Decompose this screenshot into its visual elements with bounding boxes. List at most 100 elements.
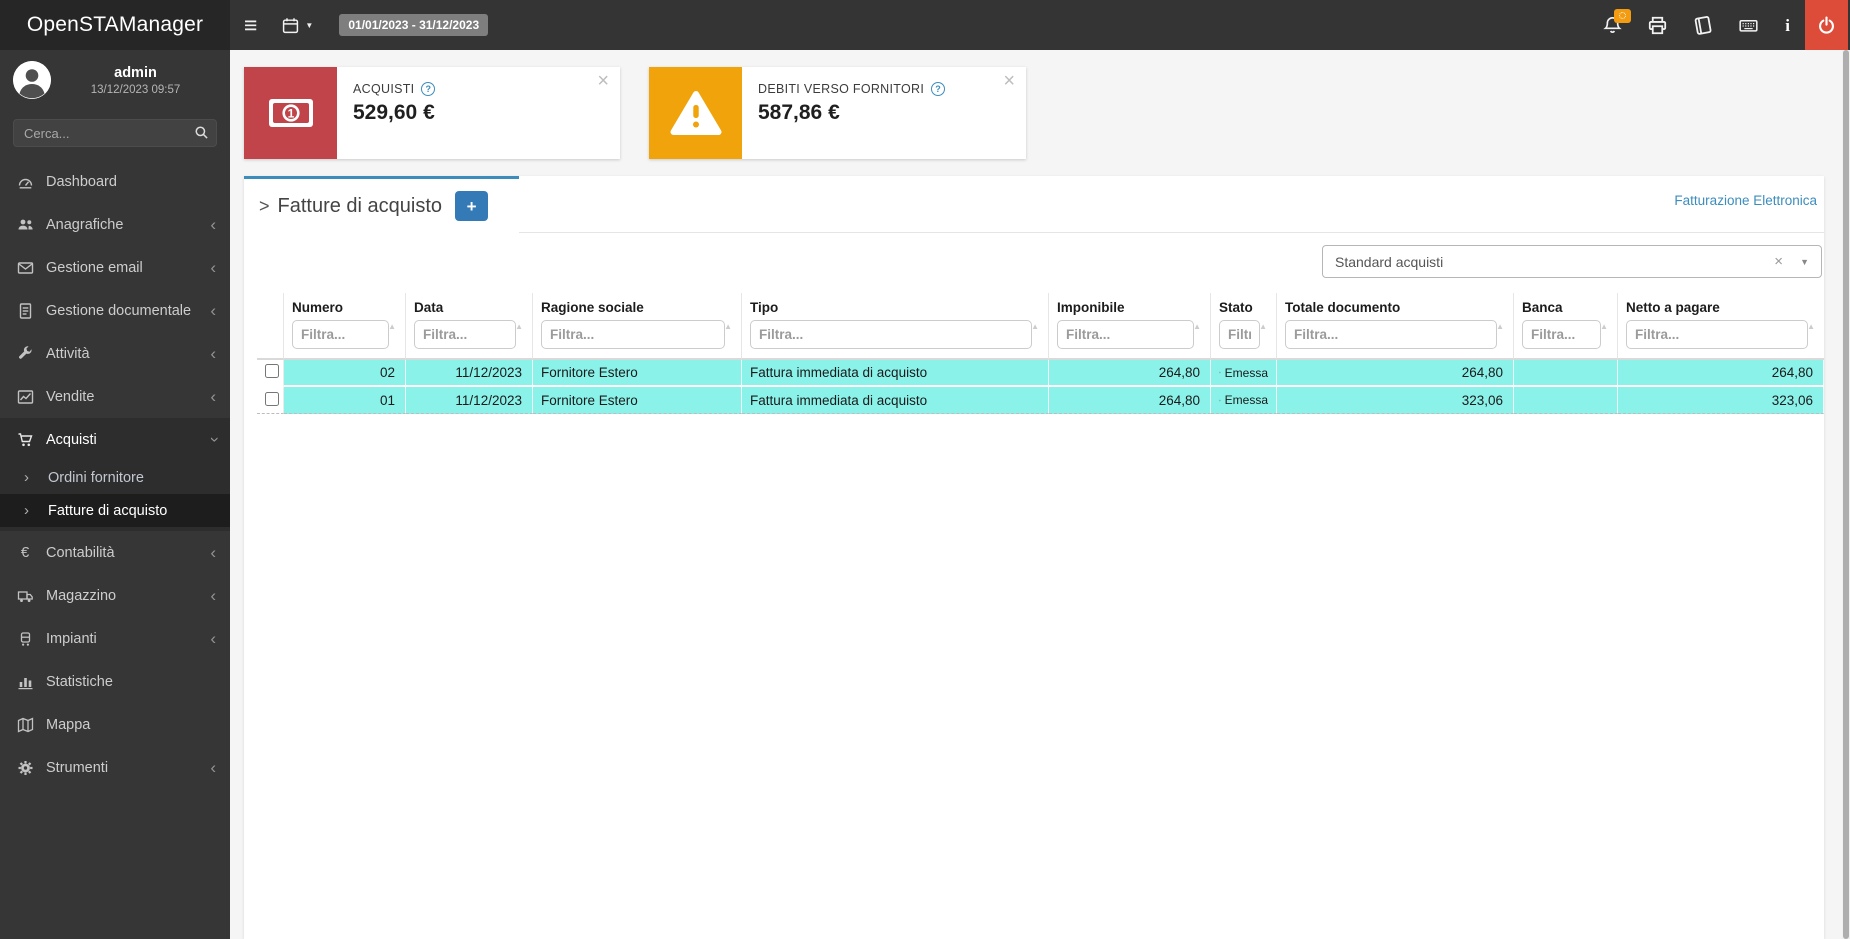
question-circle-icon[interactable]: ? bbox=[421, 82, 436, 96]
table-row[interactable]: 02 11/12/2023 Fornitore Estero Fattura i… bbox=[257, 360, 1824, 387]
sort-icon[interactable]: ▲ bbox=[1193, 322, 1201, 331]
chevron-left-icon: ‹ bbox=[210, 586, 216, 605]
filter-input-numero[interactable] bbox=[292, 320, 389, 349]
filter-input-tipo[interactable] bbox=[750, 320, 1032, 349]
tabs-row: > Fatture di acquisto + Fatturazione Ele… bbox=[244, 176, 1824, 233]
cell-stato: Emessa bbox=[1211, 360, 1277, 387]
column-header-data: Data ▲ bbox=[406, 293, 533, 360]
add-invoice-button[interactable]: + bbox=[455, 191, 489, 221]
sidebar-item-ordini-fornitore[interactable]: › Ordini fornitore bbox=[0, 461, 230, 494]
chevron-right-icon: > bbox=[259, 195, 270, 216]
sidebar-item-gestione-email[interactable]: Gestione email ‹ bbox=[0, 246, 230, 289]
sidebar-item-magazzino[interactable]: Magazzino ‹ bbox=[0, 574, 230, 617]
card-value: 529,60 € bbox=[353, 101, 435, 124]
print-button[interactable] bbox=[1648, 16, 1667, 35]
filter-input-netto-a-pagare[interactable] bbox=[1626, 320, 1808, 349]
close-icon[interactable]: × bbox=[1003, 71, 1015, 91]
cell-stato: Emessa bbox=[1211, 387, 1277, 414]
date-range-badge[interactable]: 01/01/2023 - 31/12/2023 bbox=[339, 14, 489, 36]
euro-icon: € bbox=[20, 544, 30, 561]
filter-input-imponibile[interactable] bbox=[1057, 320, 1194, 349]
filter-input-banca[interactable] bbox=[1522, 320, 1601, 349]
cell-tipo: Fattura immediata di acquisto bbox=[742, 360, 1049, 387]
chevron-left-icon: ‹ bbox=[210, 629, 216, 648]
navbar-actions: i bbox=[1603, 8, 1790, 35]
filter-input-stato[interactable] bbox=[1219, 320, 1260, 349]
shortcuts-button[interactable] bbox=[1738, 16, 1759, 35]
sort-icon[interactable]: ▲ bbox=[1259, 322, 1267, 331]
table-row[interactable]: 01 11/12/2023 Fornitore Estero Fattura i… bbox=[257, 387, 1824, 414]
users-icon bbox=[14, 217, 36, 233]
cell-tipo: Fattura immediata di acquisto bbox=[742, 387, 1049, 414]
map-icon bbox=[14, 716, 36, 733]
sort-icon[interactable]: ▲ bbox=[388, 322, 396, 331]
select-all-header bbox=[257, 293, 284, 360]
sidebar-item-attivita[interactable]: Attività ‹ bbox=[0, 332, 230, 375]
info-button[interactable]: i bbox=[1785, 17, 1790, 34]
close-icon[interactable]: × bbox=[597, 71, 609, 91]
page-title: Fatture di acquisto bbox=[277, 194, 443, 217]
info-icon: i bbox=[1785, 15, 1790, 35]
sort-icon[interactable]: ▲ bbox=[1600, 322, 1608, 331]
clear-icon[interactable]: × bbox=[1774, 253, 1783, 270]
question-circle-icon[interactable]: ? bbox=[931, 82, 946, 96]
brand-logo[interactable]: OpenSTAManager bbox=[0, 0, 230, 50]
sort-icon[interactable]: ▲ bbox=[1807, 322, 1815, 331]
sidebar-menu: Dashboard Anagrafiche ‹ Gestione email ‹ bbox=[0, 160, 230, 789]
card-title: DEBITI VERSO FORNITORI bbox=[758, 82, 925, 96]
sort-icon[interactable]: ▲ bbox=[1031, 322, 1039, 331]
sidebar-item-vendite[interactable]: Vendite ‹ bbox=[0, 375, 230, 418]
sidebar-item-contabilita[interactable]: € Contabilità ‹ bbox=[0, 531, 230, 574]
chevron-left-icon: ‹ bbox=[210, 215, 216, 234]
search-icon[interactable] bbox=[194, 125, 209, 145]
row-checkbox[interactable] bbox=[265, 391, 279, 406]
sidebar-item-mappa[interactable]: Mappa bbox=[0, 703, 230, 746]
row-checkbox[interactable] bbox=[265, 364, 279, 378]
sidebar-item-impianti[interactable]: Impianti ‹ bbox=[0, 617, 230, 660]
fatturazione-elettronica-link[interactable]: Fatturazione Elettronica bbox=[1674, 193, 1817, 208]
cell-ragione-sociale: Fornitore Estero bbox=[533, 387, 742, 414]
chevron-right-icon: › bbox=[24, 502, 29, 519]
cell-netto-a-pagare: 323,06 bbox=[1618, 387, 1824, 414]
sidebar-item-anagrafiche[interactable]: Anagrafiche ‹ bbox=[0, 203, 230, 246]
search-input[interactable] bbox=[13, 119, 217, 147]
docs-button[interactable] bbox=[1693, 15, 1712, 35]
notification-badge bbox=[1614, 8, 1632, 23]
cell-totale-documento: 264,80 bbox=[1277, 360, 1514, 387]
sidebar-item-gestione-documentale[interactable]: Gestione documentale ‹ bbox=[0, 289, 230, 332]
filter-input-data[interactable] bbox=[414, 320, 516, 349]
sidebar: OpenSTAManager admin 13/12/2023 09:57 Ce… bbox=[0, 0, 230, 939]
hamburger-icon[interactable]: ≡ bbox=[244, 13, 257, 37]
sidebar-item-dashboard[interactable]: Dashboard bbox=[0, 160, 230, 203]
column-header-netto-a-pagare: Netto a pagare ▲ bbox=[1618, 293, 1824, 360]
segment-select[interactable]: Standard acquisti × ▼ bbox=[1322, 245, 1822, 278]
sort-icon[interactable]: ▲ bbox=[515, 322, 523, 331]
logout-button[interactable] bbox=[1805, 0, 1848, 50]
book-icon bbox=[1694, 15, 1712, 35]
cell-numero: 02 bbox=[284, 360, 406, 387]
sidebar-item-label: Fatture di acquisto bbox=[48, 502, 168, 519]
document-icon bbox=[14, 302, 36, 319]
sidebar-item-label: Impianti bbox=[46, 630, 97, 647]
scrollbar-thumb[interactable] bbox=[1843, 50, 1849, 939]
sidebar-item-statistiche[interactable]: Statistiche bbox=[0, 660, 230, 703]
filter-input-ragione-sociale[interactable] bbox=[541, 320, 725, 349]
notifications-button[interactable] bbox=[1603, 8, 1632, 35]
sidebar-item-strumenti[interactable]: Strumenti ‹ bbox=[0, 746, 230, 789]
sidebar-item-label: Strumenti bbox=[46, 759, 109, 776]
cell-imponibile: 264,80 bbox=[1049, 360, 1211, 387]
row-checkbox-cell bbox=[257, 360, 284, 387]
page-scrollbar[interactable] bbox=[1842, 50, 1850, 939]
sort-icon[interactable]: ▲ bbox=[724, 322, 732, 331]
sidebar-item-acquisti[interactable]: Acquisti ‹ bbox=[0, 418, 230, 461]
sidebar-item-fatture-di-acquisto[interactable]: › Fatture di acquisto bbox=[0, 494, 230, 527]
money-bill-icon: 1 bbox=[244, 67, 337, 159]
sort-icon[interactable]: ▲ bbox=[1496, 322, 1504, 331]
column-header-numero: Numero ▲ bbox=[284, 293, 406, 360]
filter-input-totale-documento[interactable] bbox=[1285, 320, 1497, 349]
column-header-ragione-sociale: Ragione sociale ▲ bbox=[533, 293, 742, 360]
chevron-left-icon: ‹ bbox=[210, 301, 216, 320]
tab-fatture-di-acquisto[interactable]: > Fatture di acquisto + bbox=[244, 176, 519, 233]
calendar-dropdown[interactable]: ▼ bbox=[282, 17, 313, 34]
chevron-left-icon: ‹ bbox=[210, 344, 216, 363]
